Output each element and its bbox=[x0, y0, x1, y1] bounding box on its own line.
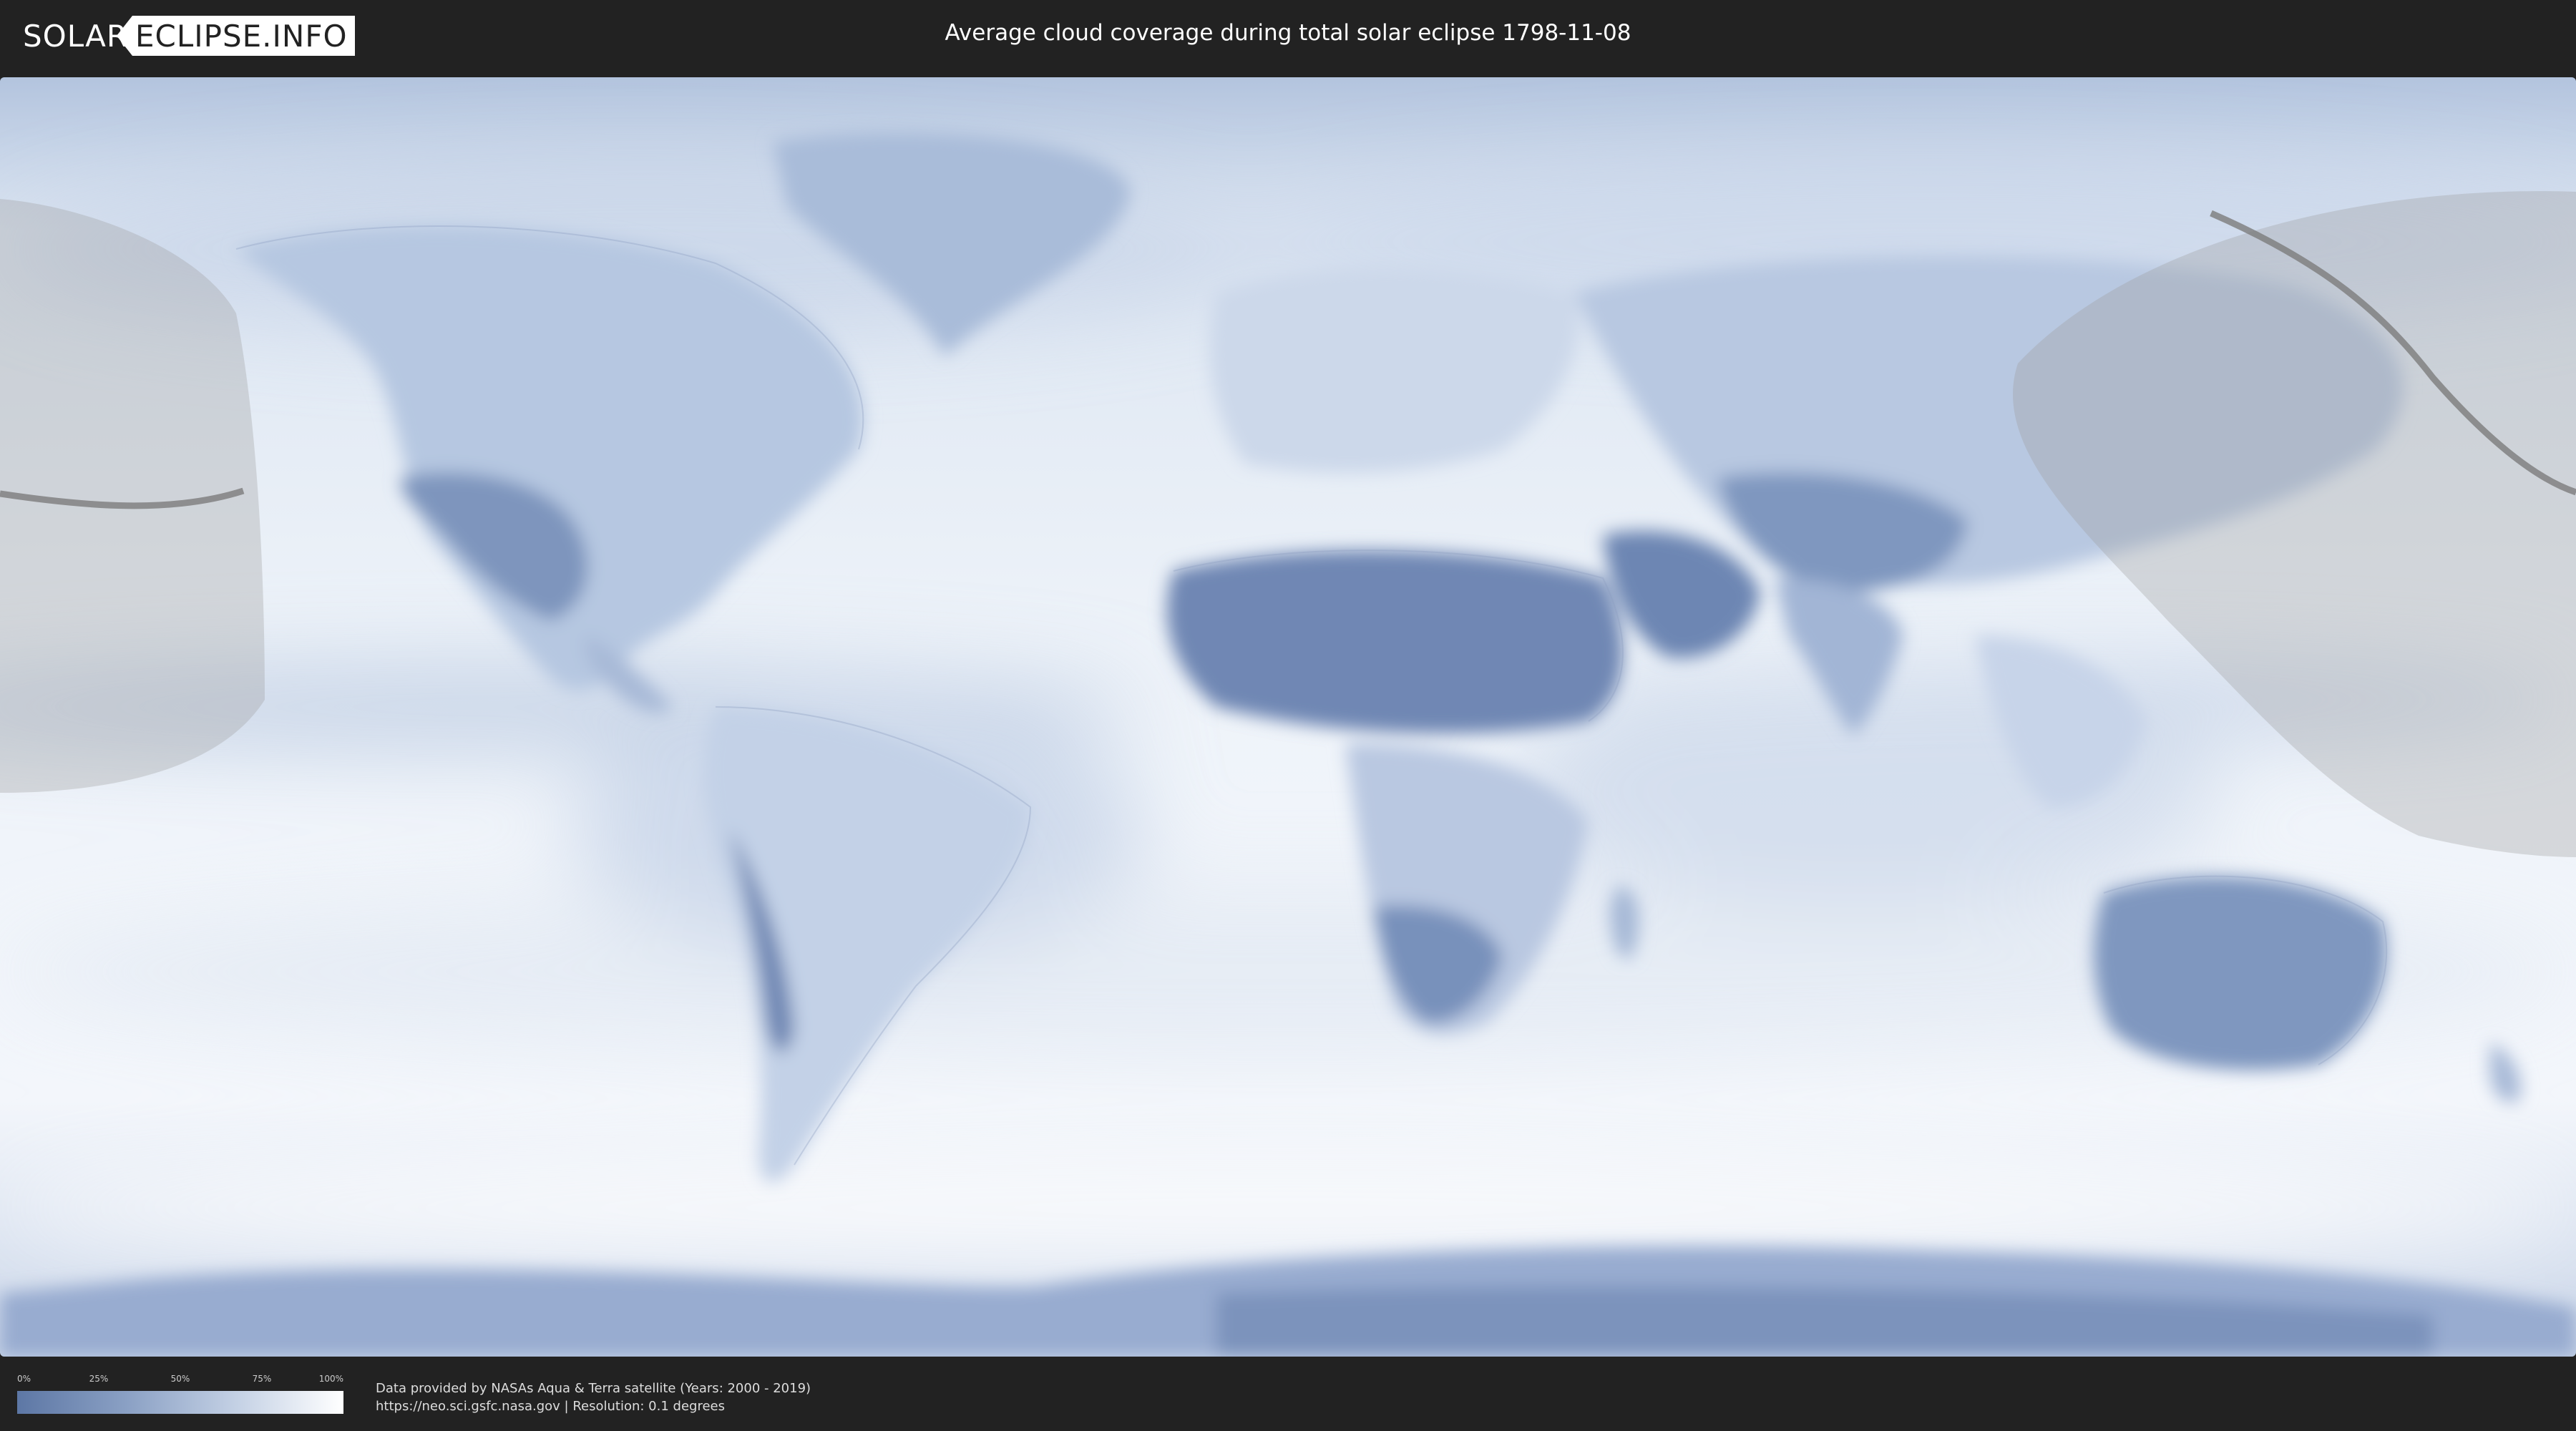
legend-tick-25: 25% bbox=[89, 1374, 109, 1384]
data-credits: Data provided by NASAs Aqua & Terra sate… bbox=[376, 1379, 811, 1415]
legend-ticks: 0% 25% 50% 75% 100% bbox=[17, 1374, 343, 1390]
page-title: Average cloud coverage during total sola… bbox=[945, 20, 1631, 46]
footer: 0% 25% 50% 75% 100% Data provided by NAS… bbox=[0, 1359, 2576, 1431]
cloud-coverage-map[interactable] bbox=[0, 77, 2576, 1357]
legend-tick-100: 100% bbox=[318, 1374, 343, 1384]
sahara-shape bbox=[1166, 550, 1623, 734]
legend-gradient-bar bbox=[17, 1391, 343, 1414]
legend-tick-50: 50% bbox=[170, 1374, 190, 1384]
legend-tick-0: 0% bbox=[17, 1374, 31, 1384]
header: SOLAR ECLIPSE.INFO Average cloud coverag… bbox=[0, 0, 2576, 72]
credits-line-1: Data provided by NASAs Aqua & Terra sate… bbox=[376, 1381, 811, 1396]
legend-tick-75: 75% bbox=[252, 1374, 272, 1384]
cloud-coverage-legend: 0% 25% 50% 75% 100% bbox=[17, 1374, 343, 1414]
credits-line-2: https://neo.sci.gsfc.nasa.gov | Resoluti… bbox=[376, 1399, 725, 1414]
australia-shape bbox=[2094, 876, 2387, 1070]
